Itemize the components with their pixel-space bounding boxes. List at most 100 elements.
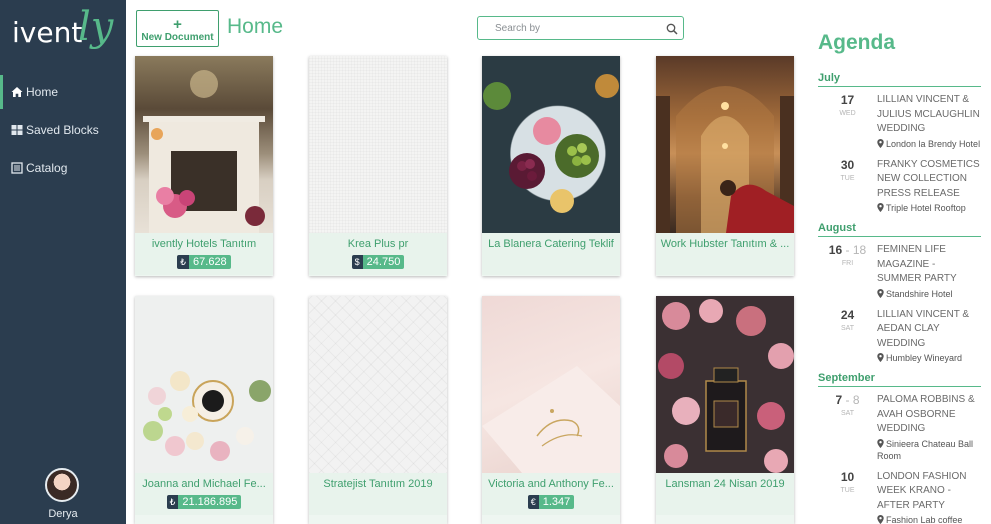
sidebar-item-label: Saved Blocks [26,123,99,137]
search-box [477,16,684,40]
event-info: PALOMA ROBBINS & AVAH OSBORNE WEDDING Si… [877,393,981,462]
sidebar-item-saved-blocks[interactable]: Saved Blocks [0,113,126,147]
price-value: 24.750 [362,255,405,269]
event-day-start: 16 [828,243,843,257]
event-info: FRANKY COSMETICS NEW COLLECTION PRESS RE… [877,158,981,215]
price-value: 1.347 [538,495,575,509]
document-card[interactable]: ivently Hotels Tanıtım ₺ 67.628 [135,56,273,276]
document-thumbnail [135,56,273,233]
event-date: 16 - 18 FRI [818,243,877,300]
event-day-end: - 18 [845,243,867,257]
search-icon[interactable] [666,22,678,35]
event-date: 24 SAT [818,308,877,365]
location-pin-icon [877,138,884,148]
document-title: Lansman 24 Nisan 2019 [665,478,785,490]
document-card[interactable]: La Blanera Catering Teklif [482,56,620,276]
event-location-text: Fashion Lab coffee [886,515,963,524]
new-document-button[interactable]: + New Document [136,10,219,47]
document-thumbnail [482,296,620,473]
currency-badge: € [527,495,539,509]
document-title: Work Hubster Tanıtım & ... [660,238,790,250]
event-location-text: Triple Hotel Rooftop [886,203,966,213]
location-pin-icon [877,438,884,448]
document-title: La Blanera Catering Teklif [488,238,614,250]
document-caption: Victoria and Anthony Fe... €1.347 [482,473,620,515]
event-day-start: 7 [835,393,843,407]
document-card[interactable]: Joanna and Michael Fe... ₺ 21.186.895 [135,296,273,524]
document-price: $24.750 [309,255,447,269]
plus-icon: + [173,15,182,33]
event-name: LILLIAN VINCENT & AEDAN CLAY WEDDING [877,308,970,349]
agenda-event[interactable]: 10 TUE LONDON FASHION WEEK KRANO - AFTER… [818,470,981,524]
event-name: FRANKY COSMETICS NEW COLLECTION PRESS RE… [877,158,980,199]
event-day: 16 - 18 [818,243,877,257]
event-date: 10 TUE [818,470,877,524]
document-thumbnail [309,56,447,233]
document-caption: Work Hubster Tanıtım & ... [656,233,794,275]
event-location: Humbley Wineyard [877,352,981,364]
search-input[interactable] [478,17,658,39]
price-value: 67.628 [189,255,231,269]
document-caption: La Blanera Catering Teklif [482,233,620,275]
avatar[interactable] [45,468,79,502]
document-title: Krea Plus pr [347,238,409,250]
document-title: ivently Hotels Tanıtım [151,238,257,250]
event-info: FEMINEN LIFE MAGAZINE - SUMMER PARTY Sta… [877,243,981,300]
event-day: 17 [840,93,855,107]
grid-icon [11,124,23,136]
document-card[interactable]: Stratejist Tanıtım 2019 [309,296,447,524]
event-day: 24 [840,307,855,322]
event-location: Sinieera Chateau Ball Room [877,438,981,462]
main-nav: Home Saved Blocks Catalog [0,75,126,189]
document-title: Stratejist Tanıtım 2019 [323,478,433,490]
event-name: FEMINEN LIFE MAGAZINE - SUMMER PARTY [877,244,957,284]
event-info: LONDON FASHION WEEK KRANO - AFTER PARTY … [877,470,981,524]
document-card[interactable]: Work Hubster Tanıtım & ... [656,56,794,276]
event-location-text: Sinieera Chateau Ball Room [877,438,974,461]
logo-text-ly: ly [78,4,114,50]
event-day: 30 [840,157,855,172]
document-caption: Krea Plus pr $24.750 [309,233,447,275]
agenda-event[interactable]: 30 TUE FRANKY COSMETICS NEW COLLECTION P… [818,158,981,215]
catalog-icon [11,162,23,174]
home-icon [11,86,23,98]
currency-badge: ₺ [177,255,190,269]
event-day: 7 - 8 [818,393,877,407]
sidebar-item-label: Home [26,85,59,99]
event-date: 17 WED [818,93,877,150]
agenda-event[interactable]: 16 - 18 FRI FEMINEN LIFE MAGAZINE - SUMM… [818,243,981,300]
document-card[interactable]: Victoria and Anthony Fe... €1.347 [482,296,620,524]
agenda-event[interactable]: 7 - 8 SAT PALOMA ROBBINS & AVAH OSBORNE … [818,393,981,462]
ivently-logo[interactable]: ivent ly [12,4,117,58]
event-info: LILLIAN VINCENT & AEDAN CLAY WEDDING Hum… [877,308,981,365]
event-date: 30 TUE [818,158,877,215]
agenda-list: July 17 WED LILLIAN VINCENT & JULIUS MCL… [818,72,981,524]
agenda-month: September [818,372,981,387]
event-date: 7 - 8 SAT [818,393,877,462]
event-weekday: TUE [840,486,855,494]
agenda-event[interactable]: 24 SAT LILLIAN VINCENT & AEDAN CLAY WEDD… [818,308,981,365]
event-location-text: London la Brendy Hotel [886,138,981,149]
document-price: ₺ 21.186.895 [135,495,273,509]
document-thumbnail [135,296,273,473]
event-location: Triple Hotel Rooftop [877,202,981,214]
event-location-text: Standshire Hotel [886,288,953,299]
document-caption: Lansman 24 Nisan 2019 [656,473,794,515]
event-location: Standshire Hotel [877,288,981,300]
event-day: 10 [840,469,855,484]
page-title: Home [227,15,284,38]
document-thumbnail [309,296,447,473]
document-caption: Stratejist Tanıtım 2019 [309,473,447,515]
document-title: Joanna and Michael Fe... [142,478,266,490]
agenda-event[interactable]: 17 WED LILLIAN VINCENT & JULIUS MCLAUGHL… [818,93,981,150]
user-profile[interactable]: Derya [0,464,126,524]
sidebar-item-catalog[interactable]: Catalog [0,151,126,185]
sidebar-item-home[interactable]: Home [0,75,126,109]
event-name: LILLIAN VINCENT & JULIUS MCLAUGHLIN WEDD… [877,94,980,134]
sidebar-item-label: Catalog [26,161,68,175]
document-card[interactable]: Lansman 24 Nisan 2019 [656,296,794,524]
document-thumbnail [656,56,794,233]
event-weekday: TUE [840,174,855,182]
document-card[interactable]: Krea Plus pr $24.750 [309,56,447,276]
event-name: PALOMA ROBBINS & AVAH OSBORNE WEDDING [877,394,975,434]
